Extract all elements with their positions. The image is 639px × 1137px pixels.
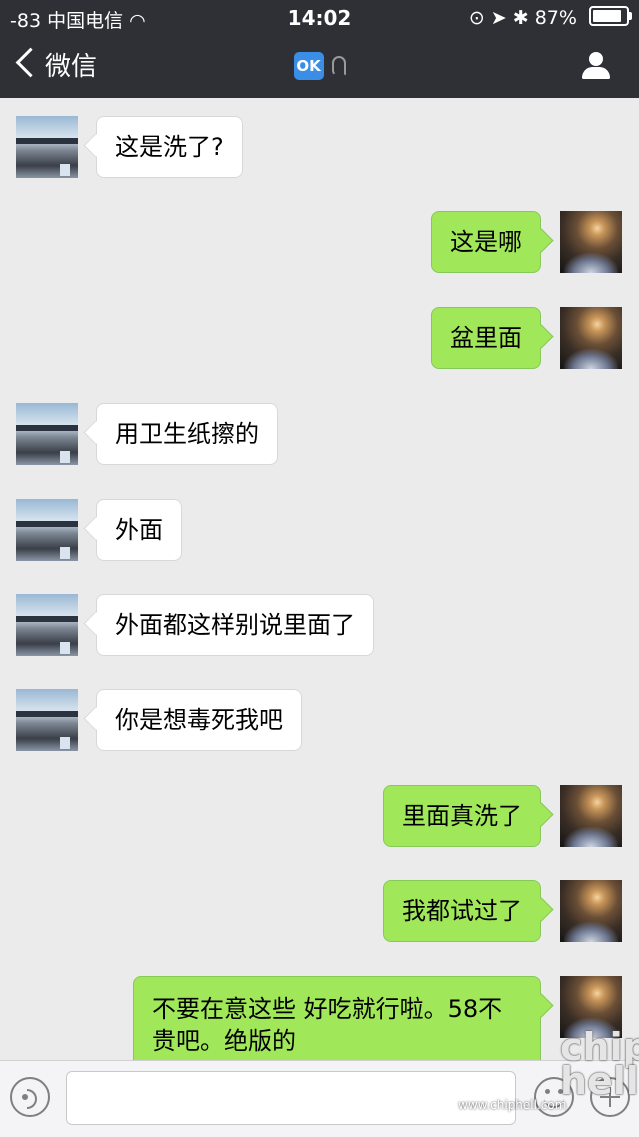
message-bubble[interactable]: 不要在意这些 好吃就行啦。58不贵吧。绝版的 [133,976,541,1060]
watermark-logo: chip hell [560,1025,639,1103]
peer-avatar[interactable] [16,499,78,561]
message-bubble[interactable]: 外面 [96,499,182,561]
message-bubble[interactable]: 这是洗了? [96,116,243,178]
battery-icon [589,6,632,26]
chat-title: OK [0,52,639,80]
status-bar: -83 中国电信 ◠ 14:02 ⊙ ➤ ✱ 87% [0,0,639,34]
peer-avatar[interactable] [16,689,78,751]
my-avatar[interactable] [560,307,622,369]
battery-percent: 87% [534,7,577,29]
message-list[interactable]: 这是洗了? 这是哪 盆里面 用卫生纸擦的 外面 外面都这样别说里面了 你是想毒死… [0,98,639,1060]
my-avatar[interactable] [560,880,622,942]
rotation-lock-icon: ⊙ [468,7,485,29]
my-avatar[interactable] [560,785,622,847]
message-bubble[interactable]: 用卫生纸擦的 [96,403,278,465]
location-icon: ➤ [490,7,507,29]
message-bubble[interactable]: 这是哪 [431,211,541,273]
message-bubble[interactable]: 外面都这样别说里面了 [96,594,374,656]
contact-profile-icon[interactable] [581,52,611,82]
message-bubble[interactable]: 盆里面 [431,307,541,369]
watermark-url: www.chiphell.com [458,1098,567,1112]
message-input[interactable] [66,1071,516,1125]
message-bubble[interactable]: 我都试过了 [383,880,541,942]
nav-bar: 微信 OK [0,34,639,98]
bluetooth-icon: ✱ [512,7,529,29]
message-bubble[interactable]: 里面真洗了 [383,785,541,847]
voice-input-icon[interactable] [10,1077,50,1117]
my-avatar[interactable] [560,211,622,273]
peer-avatar[interactable] [16,594,78,656]
top-bar: -83 中国电信 ◠ 14:02 ⊙ ➤ ✱ 87% 微信 OK [0,0,639,98]
peer-avatar[interactable] [16,116,78,178]
earpiece-mode-icon [331,56,346,76]
ok-emoji-badge: OK [293,52,324,80]
message-bubble[interactable]: 你是想毒死我吧 [96,689,302,751]
peer-avatar[interactable] [16,403,78,465]
